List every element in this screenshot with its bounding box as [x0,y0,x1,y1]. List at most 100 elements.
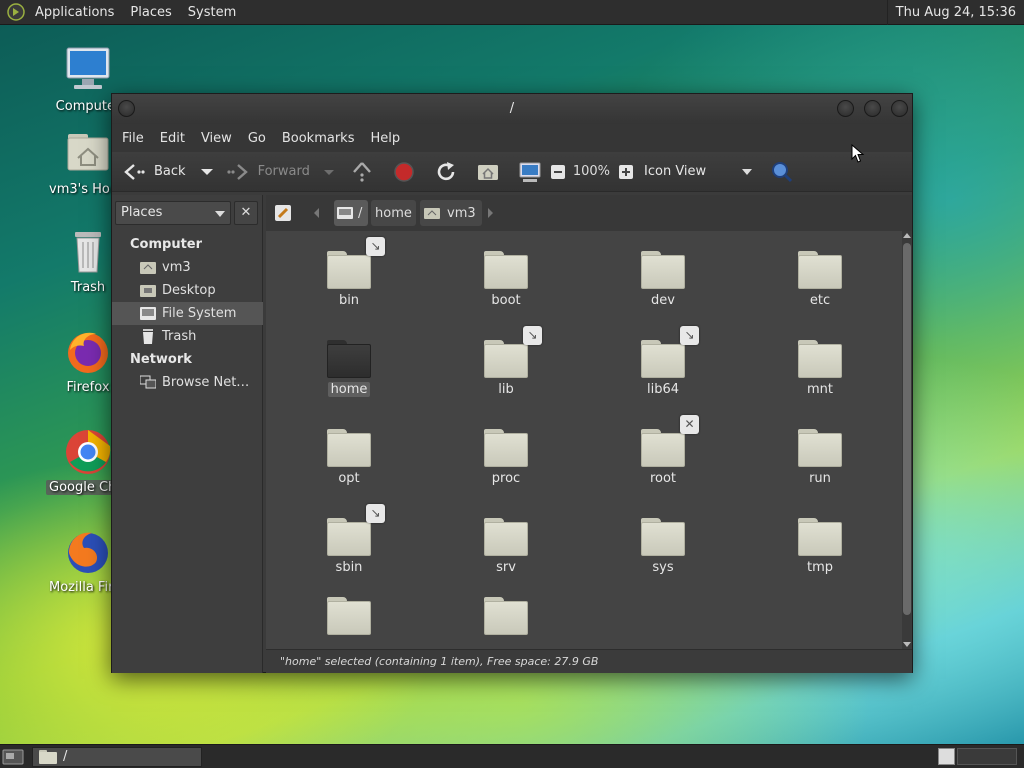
path-segment-vm3[interactable]: vm3 [420,200,482,226]
reload-icon[interactable] [434,160,458,184]
folder-name: lib64 [646,382,680,397]
folder-item[interactable]: srv [451,518,561,575]
zoom-level[interactable]: 100% [573,164,610,179]
folder-icon [641,251,685,289]
folder-item[interactable]: dev [608,251,718,308]
folder-item[interactable]: opt [294,429,404,486]
folder-icon [798,251,842,289]
menu-bookmarks[interactable]: Bookmarks [274,131,363,146]
path-segment-home[interactable]: home [371,200,416,226]
folder-name: sys [652,560,674,575]
workspace-switcher[interactable] [938,748,955,765]
vertical-scrollbar[interactable] [902,231,912,649]
applications-menu[interactable]: Applications [27,0,122,25]
computer-icon[interactable] [518,160,542,184]
folder-item[interactable]: boot [451,251,561,308]
zoom-out-icon[interactable] [550,164,566,180]
folder-item[interactable]: ↘ lib64 [608,326,718,397]
window-title: / [509,101,515,116]
sidebar-item-label: Desktop [162,283,216,298]
desktop-icon-label: Firefox [66,380,110,395]
chevron-left-icon[interactable] [314,208,319,218]
path-segment-root[interactable]: / [334,200,368,226]
view-mode-select[interactable]: Icon View [644,157,758,187]
menu-help[interactable]: Help [362,131,408,146]
sidebar-item-file-system[interactable]: File System [112,302,263,325]
path-segment-label: home [375,205,412,221]
home-icon[interactable] [476,160,500,184]
file-icon-view[interactable]: ↘ bin boot dev etc home ↘ lib ↘ lib64 mn… [266,231,912,649]
symlink-emblem-icon: ↘ [366,504,385,523]
scroll-down-arrow-icon[interactable] [903,642,911,647]
menu-go[interactable]: Go [240,131,274,146]
clock[interactable]: Thu Aug 24, 15:36 [886,0,1016,25]
workspace-switcher-inactive[interactable] [957,748,1017,765]
search-icon[interactable] [770,160,794,184]
folder-name: srv [496,560,516,575]
back-button[interactable]: Back [122,157,186,187]
system-menu[interactable]: System [180,0,244,25]
scrollbar-thumb[interactable] [903,243,911,615]
maximize-button[interactable] [864,100,881,117]
folder-icon: ↘ [484,326,542,378]
menu-edit[interactable]: Edit [152,131,193,146]
folder-name: boot [491,293,521,308]
close-button[interactable] [891,100,908,117]
sidebar-item-trash[interactable]: Trash [112,325,263,348]
sidebar-item-vm3[interactable]: vm3 [112,256,263,279]
sidebar-item-label: vm3 [162,260,191,275]
sidebar-item-label: Trash [162,329,197,344]
menubar: File Edit View Go Bookmarks Help [112,124,912,152]
distro-logo-icon[interactable] [7,3,25,21]
forward-history-dropdown-icon[interactable] [318,162,340,182]
show-desktop-icon[interactable] [2,748,24,766]
desktop-folder-icon [140,285,156,297]
folder-item[interactable]: proc [451,429,561,486]
folder-item[interactable]: etc [765,251,875,308]
folder-name: sbin [335,560,363,575]
folder-item[interactable]: ↘ bin [294,237,404,308]
folder-icon [798,340,842,378]
folder-item[interactable]: ✕ root [608,415,718,486]
folder-item[interactable]: run [765,429,875,486]
edit-location-icon[interactable] [274,204,292,222]
symlink-emblem-icon: ↘ [366,237,385,256]
sidebar: Places ✕ Computer vm3 Desktop File Syste… [112,195,263,673]
trash-icon [143,329,153,344]
chevron-right-icon[interactable] [488,208,493,218]
folder-item-selected[interactable]: home [294,340,404,397]
places-menu[interactable]: Places [122,0,179,25]
folder-name: opt [338,471,360,486]
folder-item[interactable]: sys [608,518,718,575]
folder-item[interactable]: ↘ sbin [294,504,404,575]
folder-item[interactable]: mnt [765,340,875,397]
menu-view[interactable]: View [193,131,240,146]
window-titlebar[interactable]: / [112,94,912,124]
menu-file[interactable]: File [114,131,152,146]
back-history-dropdown-icon[interactable] [196,162,218,182]
folder-item[interactable]: tmp [765,518,875,575]
folder-icon [798,518,842,556]
minimize-button[interactable] [837,100,854,117]
stop-icon[interactable] [392,160,416,184]
taskbar-window-button[interactable]: / [32,747,202,767]
folder-item[interactable] [294,597,404,635]
forward-button[interactable]: Forward [226,157,310,187]
view-mode-value: Icon View [644,164,707,179]
no-access-emblem-icon: ✕ [680,415,699,434]
sidebar-item-browse-network[interactable]: Browse Net… [112,371,263,394]
scroll-up-arrow-icon[interactable] [903,233,911,238]
folder-name: run [809,471,831,486]
folder-name: etc [809,293,831,308]
up-arrow-icon[interactable] [350,160,374,184]
close-sidebar-button[interactable]: ✕ [234,201,258,225]
sidebar-item-desktop[interactable]: Desktop [112,279,263,302]
folder-icon [484,518,528,556]
zoom-in-icon[interactable] [618,164,634,180]
folder-item[interactable]: ↘ lib [451,326,561,397]
folder-icon [327,597,371,635]
folder-name: home [327,382,371,397]
sidebar-type-select[interactable]: Places [115,201,231,225]
folder-icon [798,429,842,467]
folder-item[interactable] [451,597,561,635]
